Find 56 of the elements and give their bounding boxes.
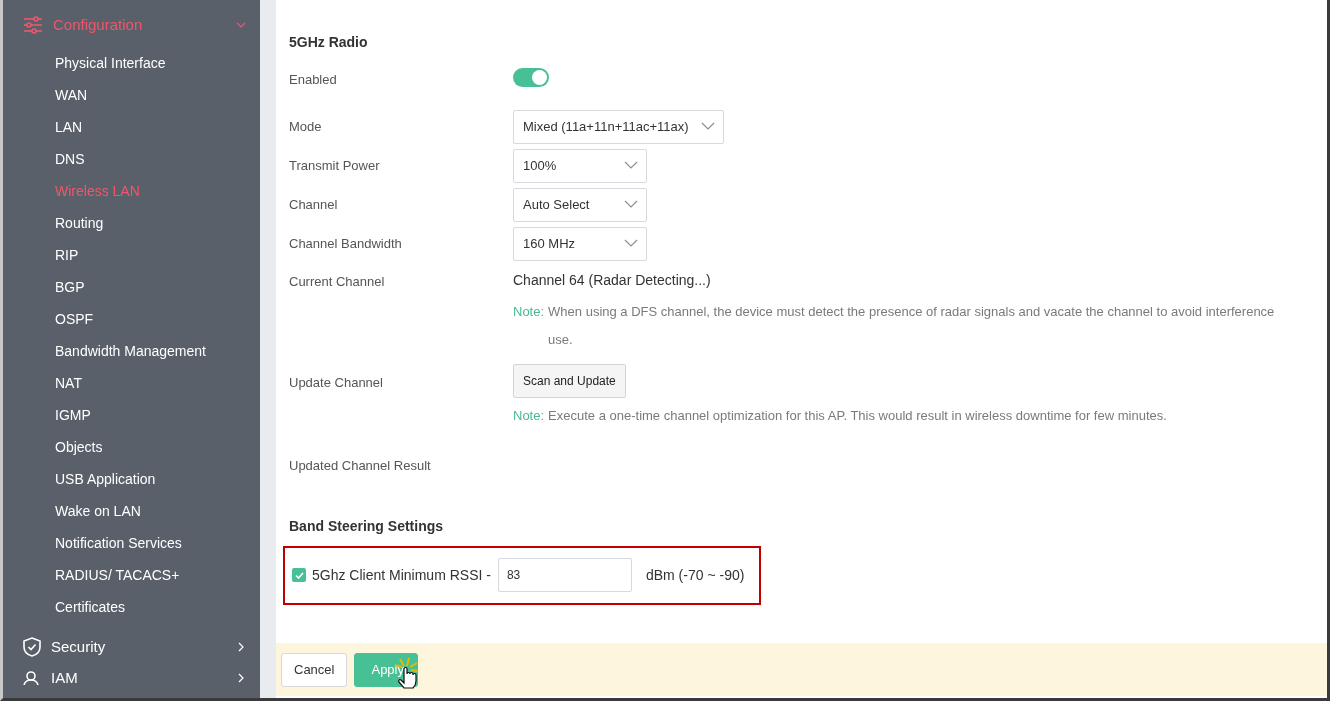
sidebar-item[interactable]: RIP [3,239,260,272]
sidebar-item[interactable]: Bandwidth Management [3,335,260,368]
sidebar-item[interactable]: WAN [3,79,260,112]
sidebar-item[interactable]: USB Application [3,463,260,496]
scan-update-button[interactable]: Scan and Update [513,364,626,398]
note-text: Execute a one-time channel optimization for this AP. This would result in wireless downtime for few minutes. [548,407,1167,425]
sidebar-item[interactable]: LAN [3,111,260,144]
note-text: use. [548,331,574,349]
sidebar-item[interactable]: NAT [3,367,260,400]
section-title: 5GHz Radio [289,33,369,50]
field-label: Mode [289,117,323,136]
sidebar-item[interactable]: BGP [3,271,260,304]
field-value: Channel 64 (Radar Detecting...) [513,271,712,290]
dropdown[interactable]: 100% [513,148,647,183]
sidebar-item[interactable]: Physical Interface [3,47,260,80]
section-title: Band Steering Settings [289,516,445,536]
note-label: Note: [513,303,546,321]
chevron-down-icon [624,239,638,248]
note-text: When using a DFS channel, the device must detect the presence of radar signals and vacate the channel to avoid interference [548,303,1275,321]
dropdown[interactable]: 160 MHz [513,226,647,261]
dropdown[interactable]: Mixed (11a+11n+11ac+11ax) [513,109,724,144]
sliders-icon [23,16,43,35]
chevron-right-icon [236,641,246,652]
person-icon [23,671,41,685]
field-label: Transmit Power [289,156,381,175]
dropdown[interactable]: Auto Select [513,187,647,222]
unit-label: dBm (-70 ~ -90) [645,565,745,585]
check-icon [294,571,304,579]
checkbox[interactable] [292,568,306,582]
sidebar-item[interactable]: OSPF [3,303,260,336]
field-label: Update Channel [289,374,384,392]
sidebar-item[interactable]: DNS [3,143,260,176]
cancel-button[interactable]: Cancel [281,652,348,687]
chevron-down-icon [624,161,638,170]
sidebar-item[interactable]: IGMP [3,399,260,432]
shield-icon [23,636,41,657]
field-label: Channel [289,195,339,214]
checkbox-label: 5Ghz Client Minimum RSSI - [312,565,491,585]
sidebar-item[interactable]: Routing [3,207,260,240]
field-label: Channel Bandwidth [289,234,403,253]
field-label: Updated Channel Result [289,457,432,475]
toggle-switch[interactable] [513,68,549,87]
chevron-down-icon [624,200,638,209]
sidebar-item[interactable]: Certificates [3,591,260,624]
sidebar-item[interactable]: Notification Services [3,527,260,560]
sidebar-section[interactable]: IAM [3,666,260,690]
chevron-right-icon [236,673,246,683]
sidebar-item[interactable]: Objects [3,431,260,464]
field-label: Enabled [289,71,338,89]
note-label: Note: [513,407,546,425]
chevron-down-icon [700,122,715,131]
sidebar-section[interactable]: Security [3,635,260,658]
sidebar-item[interactable]: Wake on LAN [3,495,260,528]
rssi-input-field[interactable]: 83 [497,558,632,592]
sidebar-item[interactable]: RADIUS/ TACACS+ [3,559,260,592]
field-label: Current Channel [289,273,386,291]
